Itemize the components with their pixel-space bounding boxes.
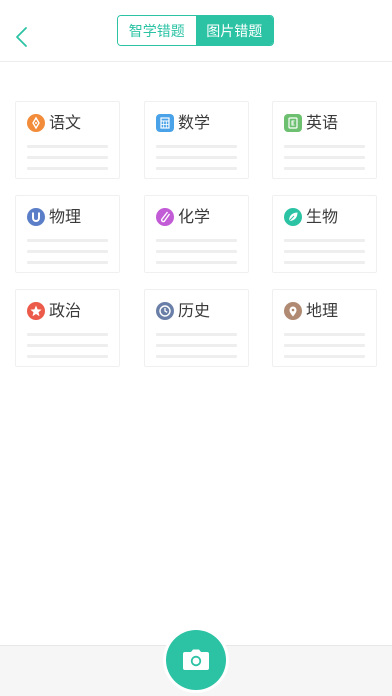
location-pin-icon [284,302,302,320]
mistake-type-switch: 智学错题 图片错题 [117,15,274,46]
top-nav-bar: 智学错题 图片错题 [0,0,392,62]
magnet-icon [27,208,45,226]
subject-card-physics[interactable]: 物理 [15,195,120,273]
subject-label: 历史 [178,301,211,320]
calculator-icon [156,114,174,132]
placeholder-lines [27,333,108,366]
placeholder-lines [156,239,237,272]
placeholder-lines [27,239,108,272]
pen-nib-icon [27,114,45,132]
chevron-left-icon [16,27,27,47]
test-tube-icon [156,208,174,226]
english-book-icon [284,114,302,132]
clock-icon [156,302,174,320]
subject-card-geography[interactable]: 地理 [272,289,377,367]
subject-card-history[interactable]: 历史 [144,289,249,367]
leaf-icon [284,208,302,226]
subject-label: 生物 [306,207,339,226]
placeholder-lines [156,145,237,178]
placeholder-lines [156,333,237,366]
subject-card-chinese[interactable]: 语文 [15,101,120,179]
star-icon [27,302,45,320]
placeholder-lines [284,145,365,178]
subject-label: 化学 [178,207,211,226]
subject-card-politics[interactable]: 政治 [15,289,120,367]
subject-label: 政治 [49,301,82,320]
subject-card-chemistry[interactable]: 化学 [144,195,249,273]
subject-card-math[interactable]: 数学 [144,101,249,179]
subject-label: 物理 [49,207,82,226]
back-button[interactable] [10,22,36,52]
tab-photo-mistakes[interactable]: 图片错题 [195,16,273,45]
camera-button[interactable] [166,630,226,690]
tab-smart-mistakes[interactable]: 智学错题 [118,16,196,45]
placeholder-lines [284,239,365,272]
subject-label: 地理 [306,301,339,320]
subject-label: 数学 [178,113,211,132]
subject-label: 语文 [49,113,82,132]
placeholder-lines [27,145,108,178]
subject-label: 英语 [306,113,339,132]
placeholder-lines [284,333,365,366]
subject-card-english[interactable]: 英语 [272,101,377,179]
subject-card-biology[interactable]: 生物 [272,195,377,273]
camera-icon [183,649,209,670]
